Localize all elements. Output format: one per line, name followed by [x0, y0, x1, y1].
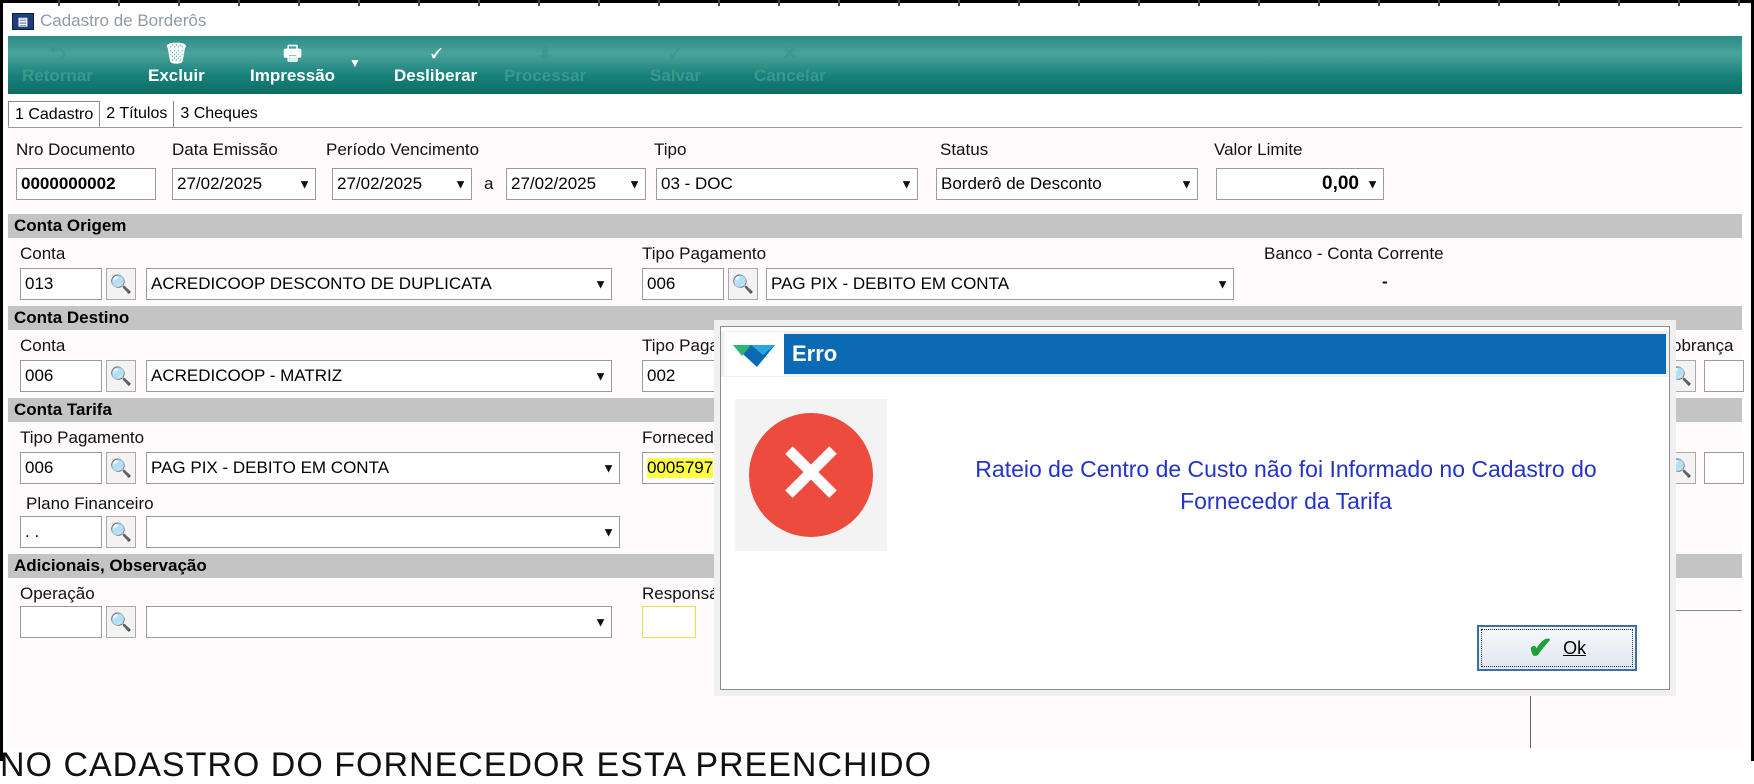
periodo-vencimento-label: Período Vencimento — [326, 140, 480, 159]
impressao-dropdown-icon[interactable]: ▼ — [349, 56, 361, 70]
chevron-down-icon[interactable]: ▼ — [594, 277, 607, 292]
error-icon-box: ✕ — [735, 399, 887, 551]
valor-limite-label: Valor Limite — [1214, 140, 1303, 159]
search-icon[interactable]: 🔍 — [106, 606, 136, 638]
periodo-fim-field[interactable]: 27/02/2025 ▼ — [506, 168, 646, 200]
search-icon[interactable]: 🔍 — [106, 268, 136, 300]
search-icon[interactable]: 🔍 — [106, 516, 136, 548]
search-icon[interactable]: 🔍 — [106, 452, 136, 484]
origem-conta-select[interactable]: ACREDICOOP DESCONTO DE DUPLICATA ▼ — [146, 268, 612, 300]
operacao-code[interactable] — [20, 606, 102, 638]
salvar-button[interactable]: ✓ Salvar — [650, 42, 701, 86]
cancel-icon: ✕ — [781, 43, 799, 65]
responsavel-label: Responsá — [642, 584, 719, 603]
chevron-down-icon[interactable]: ▼ — [1180, 177, 1193, 192]
app-icon: ▤ — [12, 12, 34, 30]
excluir-button[interactable]: 🗑 Excluir — [148, 42, 205, 86]
search-icon[interactable]: 🔍 — [1666, 452, 1696, 484]
chevron-down-icon[interactable]: ▼ — [1366, 177, 1379, 192]
fornecedor-extra-field[interactable] — [1704, 452, 1744, 484]
dialog-titlebar: Erro — [721, 331, 1669, 377]
banco-conta-value: - — [1382, 272, 1388, 291]
cobranca-field[interactable] — [1704, 360, 1744, 392]
periodo-separator: a — [484, 174, 494, 193]
chevron-down-icon[interactable]: ▼ — [594, 615, 607, 630]
ok-button[interactable]: ✔ Ok — [1477, 625, 1637, 671]
trash-icon: 🗑 — [163, 43, 190, 65]
error-dialog: Erro ✕ Rateio de Centro de Custo não foi… — [720, 326, 1670, 690]
toolbar: ⮌ Retornar 🗑 Excluir 🖶 Impressão ▼ 🗸 Des… — [8, 36, 1742, 94]
destino-conta-label: Conta — [20, 336, 66, 355]
chevron-down-icon[interactable]: ▼ — [602, 461, 615, 476]
chevron-down-icon[interactable]: ▼ — [1216, 277, 1229, 292]
processar-button[interactable]: ⬇ Processar — [504, 42, 586, 86]
dialog-message: Rateio de Centro de Custo não foi Inform… — [975, 456, 1597, 514]
operacao-select[interactable]: ▼ — [146, 606, 612, 638]
tipo-select[interactable]: 03 - DOC ▼ — [656, 168, 918, 200]
origem-tipo-pagamento-select[interactable]: PAG PIX - DEBITO EM CONTA ▼ — [766, 268, 1234, 300]
origem-conta-code[interactable]: 013 — [20, 268, 102, 300]
chevron-down-icon[interactable]: ▼ — [900, 177, 913, 192]
plano-financeiro-label: Plano Financeiro — [26, 494, 154, 513]
nro-documento-field[interactable]: 0000000002 — [16, 168, 156, 200]
valor-limite-field[interactable]: 0,00 ▼ — [1216, 168, 1384, 200]
impressao-button[interactable]: 🖶 Impressão ▼ — [250, 42, 361, 86]
window-title: Cadastro de Borderôs — [40, 11, 207, 30]
dialog-title: Erro — [792, 341, 838, 366]
desliberar-button[interactable]: 🗸 Desliberar — [394, 42, 477, 86]
search-icon[interactable]: 🔍 — [1666, 360, 1696, 392]
responsavel-code[interactable] — [642, 606, 696, 638]
origem-tipo-pagamento-code[interactable]: 006 — [642, 268, 724, 300]
tarifa-tipo-pagamento-label: Tipo Pagamento — [20, 428, 145, 447]
ruler-strip — [0, 0, 1754, 6]
origem-conta-label: Conta — [20, 244, 66, 263]
plano-financeiro-select[interactable]: ▼ — [146, 516, 620, 548]
printer-icon: 🖶 — [283, 43, 302, 65]
chevron-down-icon[interactable]: ▼ — [594, 369, 607, 384]
chevron-down-icon[interactable]: ▼ — [298, 177, 311, 192]
origem-tipo-pagamento-label: Tipo Pagamento — [642, 244, 767, 263]
chevron-down-icon[interactable]: ▼ — [602, 525, 615, 540]
destino-conta-select[interactable]: ACREDICOOP - MATRIZ ▼ — [146, 360, 612, 392]
tarifa-tipo-pagamento-select[interactable]: PAG PIX - DEBITO EM CONTA ▼ — [146, 452, 620, 484]
unlock-icon: 🗸 — [428, 43, 443, 65]
nro-documento-label: Nro Documento — [16, 140, 136, 159]
tipo-label: Tipo — [654, 140, 687, 159]
chevron-down-icon[interactable]: ▼ — [454, 177, 467, 192]
tab-titulos[interactable]: 2 Títulos — [100, 101, 175, 127]
destino-conta-code[interactable]: 006 — [20, 360, 102, 392]
status-label: Status — [940, 140, 989, 159]
status-select[interactable]: Borderô de Desconto ▼ — [936, 168, 1198, 200]
periodo-inicio-field[interactable]: 27/02/2025 ▼ — [332, 168, 472, 200]
background-caption: NO CADASTRO DO FORNECEDOR ESTA PREENCHID… — [0, 746, 933, 784]
check-icon: ✔ — [1527, 631, 1554, 665]
window-titlebar: ▤ Cadastro de Borderôs — [8, 8, 1742, 34]
check-icon: ✓ — [667, 43, 684, 65]
destino-tipo-pagamento-label: Tipo Paga — [642, 336, 719, 355]
tab-bar: 1 Cadastro 2 Títulos 3 Cheques — [8, 98, 1742, 128]
tab-cheques[interactable]: 3 Cheques — [174, 101, 263, 127]
tarifa-tipo-pagamento-code[interactable]: 006 — [20, 452, 102, 484]
process-icon: ⬇ — [536, 43, 554, 65]
tab-cadastro[interactable]: 1 Cadastro — [8, 101, 101, 127]
operacao-label: Operação — [20, 584, 95, 603]
section-conta-origem: Conta Origem — [8, 214, 1742, 238]
error-icon: ✕ — [749, 413, 873, 537]
chevron-down-icon[interactable]: ▼ — [628, 177, 641, 192]
cancelar-button[interactable]: ✕ Cancelar — [754, 42, 826, 86]
data-emissao-field[interactable]: 27/02/2025 ▼ — [172, 168, 316, 200]
search-icon[interactable]: 🔍 — [106, 360, 136, 392]
banco-conta-label: Banco - Conta Corrente — [1264, 244, 1444, 263]
cobranca-label: obrança — [1672, 336, 1734, 355]
retornar-button[interactable]: ⮌ Retornar — [22, 42, 93, 86]
dialog-logo-icon — [724, 332, 784, 376]
search-icon[interactable]: 🔍 — [728, 268, 758, 300]
fornecedor-code[interactable]: 0005797 — [642, 452, 724, 484]
data-emissao-label: Data Emissão — [172, 140, 278, 159]
plano-financeiro-code[interactable]: . . — [20, 516, 102, 548]
fornecedor-label: Forneced — [642, 428, 714, 447]
return-icon: ⮌ — [49, 43, 66, 65]
destino-tipo-pagamento-code[interactable]: 002 — [642, 360, 724, 392]
